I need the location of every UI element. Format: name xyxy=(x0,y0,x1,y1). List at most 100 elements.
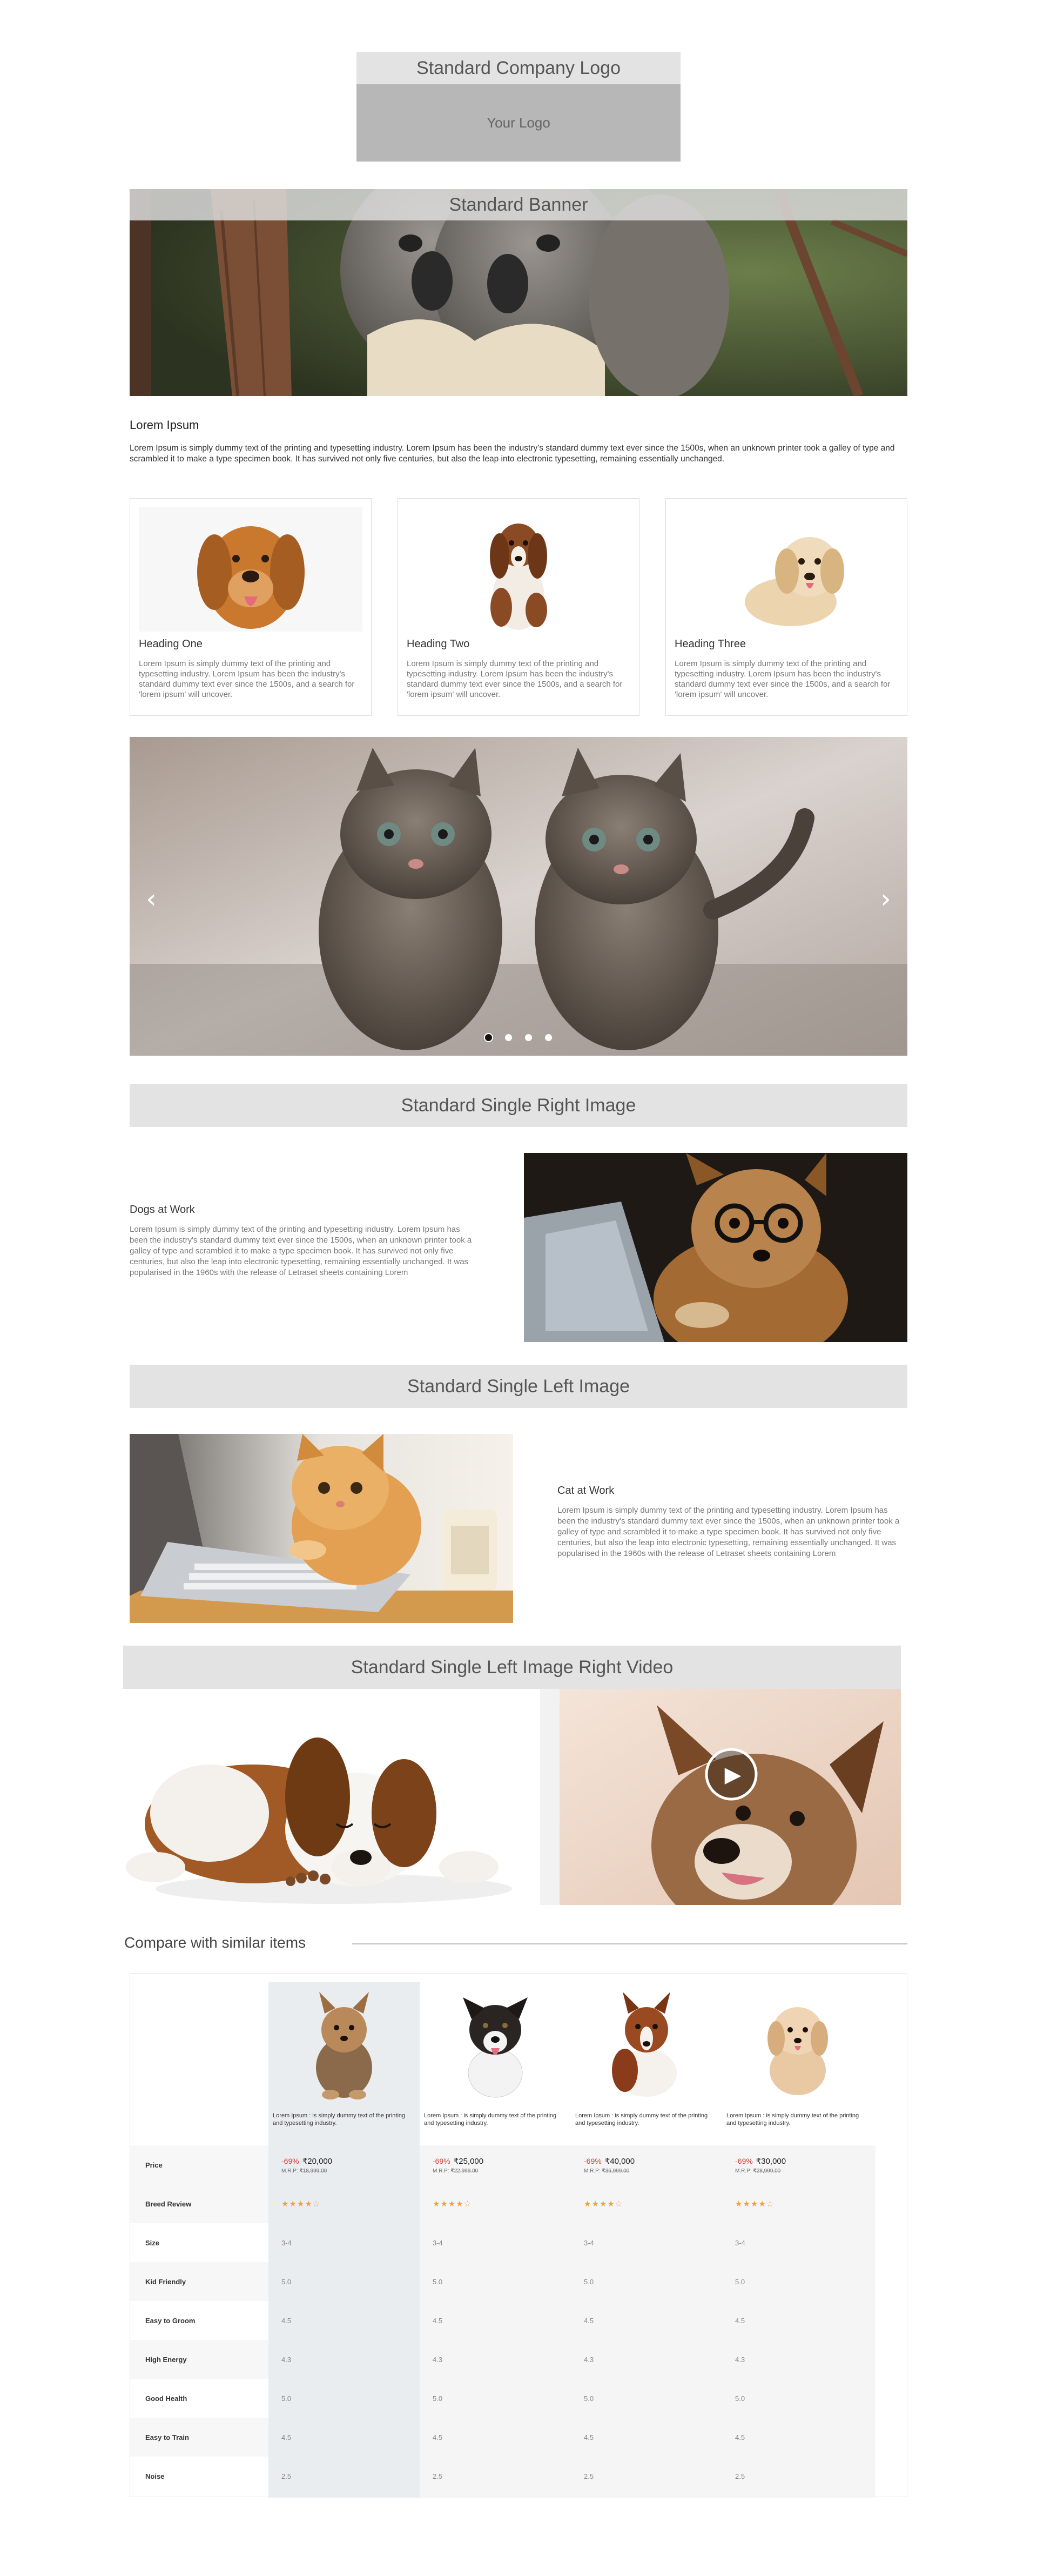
play-icon[interactable]: ▶ xyxy=(720,1762,745,1787)
compare-row-review: Breed Review ★★★★☆ ★★★★☆ ★★★★☆ ★★★★☆ xyxy=(130,2184,876,2223)
rating-cell: ★★★★☆ xyxy=(268,2184,420,2223)
compare-product[interactable]: Lorem Ipsum : is simply dummy text of th… xyxy=(571,1987,722,2139)
value-cell: 4.5 xyxy=(584,2433,594,2441)
mrp-value: ₹18,999.00 xyxy=(299,2168,327,2174)
price-cell: -69% ₹25,000 M.R.P: ₹22,999.00 xyxy=(420,2145,571,2184)
feature-card[interactable]: Heading Three Lorem Ipsum is simply dumm… xyxy=(665,498,907,716)
compare-row-train: Easy to Train 4.5 4.5 4.5 4.5 xyxy=(130,2418,876,2457)
card-text: Lorem Ipsum is simply dummy text of the … xyxy=(407,659,623,699)
value-cell: 2.5 xyxy=(433,2472,443,2480)
value-cell: 3-4 xyxy=(584,2238,594,2247)
compare-row-groom: Easy to Groom 4.5 4.5 4.5 4.5 xyxy=(130,2301,876,2340)
star-rating-icon: ★★★★☆ xyxy=(735,2199,775,2209)
price-value: ₹25,000 xyxy=(453,2156,484,2166)
poodle-mix-image xyxy=(767,2007,828,2095)
compare-product[interactable]: Lorem Ipsum : is simply dummy text of th… xyxy=(420,1987,571,2139)
price-value: ₹20,000 xyxy=(302,2156,333,2166)
media-divider xyxy=(540,1689,560,1905)
product-image xyxy=(420,1987,571,2105)
mrp-label: M.R.P: xyxy=(584,2168,601,2174)
value-cell: 5.0 xyxy=(433,2394,443,2403)
value-cell: 3-4 xyxy=(433,2238,443,2247)
card-text: Lorem Ipsum is simply dummy text of the … xyxy=(675,659,891,699)
value-cell: 2.5 xyxy=(281,2472,292,2480)
feature-card[interactable]: Heading One Lorem Ipsum is simply dummy … xyxy=(130,498,372,716)
value-cell: 5.0 xyxy=(584,2394,594,2403)
row-label: Easy to Groom xyxy=(130,2301,268,2340)
product-title[interactable]: Lorem Ipsum : is simply dummy text of th… xyxy=(273,2112,413,2127)
mrp-label: M.R.P: xyxy=(735,2168,752,2174)
product-image xyxy=(722,1987,873,2105)
mrp-value: ₹28,999.00 xyxy=(753,2168,781,2174)
value-cell: 4.5 xyxy=(735,2316,745,2325)
compare-product[interactable]: Lorem Ipsum : is simply dummy text of th… xyxy=(722,1987,873,2139)
star-rating-icon: ★★★★☆ xyxy=(281,2199,321,2209)
price-value: ₹40,000 xyxy=(604,2156,635,2166)
dogs-at-work-text: Lorem Ipsum is simply dummy text of the … xyxy=(130,1225,472,1277)
dogs-at-work-heading: Dogs at Work xyxy=(130,1204,195,1216)
value-cell: 4.3 xyxy=(281,2355,292,2364)
value-cell: 5.0 xyxy=(281,2394,292,2403)
mrp-value: ₹22,999.00 xyxy=(450,2168,479,2174)
logo-title: Standard Company Logo xyxy=(356,52,681,84)
compare-product[interactable]: Lorem Ipsum : is simply dummy text of th… xyxy=(268,1987,420,2139)
product-title[interactable]: Lorem Ipsum : is simply dummy text of th… xyxy=(726,2112,867,2127)
value-cell: 4.5 xyxy=(281,2433,292,2441)
carousel-dot[interactable] xyxy=(525,1034,532,1041)
sleeping-puppy-image xyxy=(123,1689,540,1905)
value-cell: 4.3 xyxy=(735,2355,745,2364)
cat-at-work-text: Lorem Ipsum is simply dummy text of the … xyxy=(557,1506,900,1558)
golden-puppy-image xyxy=(675,507,898,632)
golden-retriever-image xyxy=(139,507,362,632)
compare-row-energy: High Energy 4.3 4.3 4.3 4.3 xyxy=(130,2340,876,2379)
image-carousel[interactable]: ‹ › xyxy=(130,737,907,1056)
value-cell: 2.5 xyxy=(584,2472,594,2480)
mrp-value: ₹36,999.00 xyxy=(602,2168,630,2174)
product-title[interactable]: Lorem Ipsum : is simply dummy text of th… xyxy=(424,2112,564,2127)
carousel-dot[interactable] xyxy=(485,1034,492,1041)
card-image xyxy=(139,507,362,632)
card-heading: Heading Three xyxy=(675,638,746,650)
dog-laptop-image xyxy=(524,1153,907,1342)
yorkie-image xyxy=(316,1992,372,2099)
row-label: Kid Friendly xyxy=(130,2262,268,2301)
black-white-puppy-image xyxy=(463,1997,528,2098)
compare-row-kid: Kid Friendly 5.0 5.0 5.0 5.0 xyxy=(130,2262,876,2301)
row-label: Easy to Train xyxy=(130,2418,268,2457)
price-cell: -69% ₹40,000 M.R.P: ₹36,999.00 xyxy=(571,2145,722,2184)
product-title[interactable]: Lorem Ipsum : is simply dummy text of th… xyxy=(575,2112,716,2127)
value-cell: 4.3 xyxy=(584,2355,594,2364)
banner: Standard Banner xyxy=(130,189,907,396)
value-cell: 4.5 xyxy=(584,2316,594,2325)
kittens-slide-image xyxy=(130,737,907,1056)
spaniel-puppy-image xyxy=(407,507,630,632)
carousel-dot[interactable] xyxy=(545,1034,552,1041)
price-cell: -69% ₹30,000 M.R.P: ₹28,999.00 xyxy=(722,2145,873,2184)
carousel-dot[interactable] xyxy=(505,1034,512,1041)
chevron-left-icon: ‹ xyxy=(146,884,157,914)
section-title-left-image: Standard Single Left Image xyxy=(130,1365,907,1408)
product-image xyxy=(268,1987,420,2105)
carousel-indicators xyxy=(130,1034,907,1041)
carousel-prev-button[interactable]: ‹ xyxy=(140,883,162,915)
card-image xyxy=(407,507,630,632)
cat-laptop-illustration xyxy=(130,1434,513,1623)
value-cell: 5.0 xyxy=(735,2277,745,2286)
value-cell: 4.3 xyxy=(433,2355,443,2364)
value-cell: 5.0 xyxy=(735,2394,745,2403)
card-image xyxy=(675,507,898,632)
row-label: Size xyxy=(130,2223,268,2262)
value-cell: 4.5 xyxy=(433,2433,443,2441)
compare-row-price: Price -69% ₹20,000 M.R.P: ₹18,999.00 -69%… xyxy=(130,2145,876,2184)
value-cell: 2.5 xyxy=(735,2472,745,2480)
row-label: Breed Review xyxy=(130,2184,268,2223)
rating-cell: ★★★★☆ xyxy=(420,2184,571,2223)
row-label: Noise xyxy=(130,2457,268,2496)
carousel-next-button[interactable]: › xyxy=(875,883,897,915)
value-cell: 3-4 xyxy=(735,2238,745,2247)
dog-video-player[interactable]: ▶ xyxy=(560,1689,901,1905)
feature-card[interactable]: Heading Two Lorem Ipsum is simply dummy … xyxy=(398,498,639,716)
rating-cell: ★★★★☆ xyxy=(722,2184,873,2223)
value-cell: 5.0 xyxy=(281,2277,292,2286)
logo-placeholder[interactable]: Your Logo xyxy=(356,84,681,162)
